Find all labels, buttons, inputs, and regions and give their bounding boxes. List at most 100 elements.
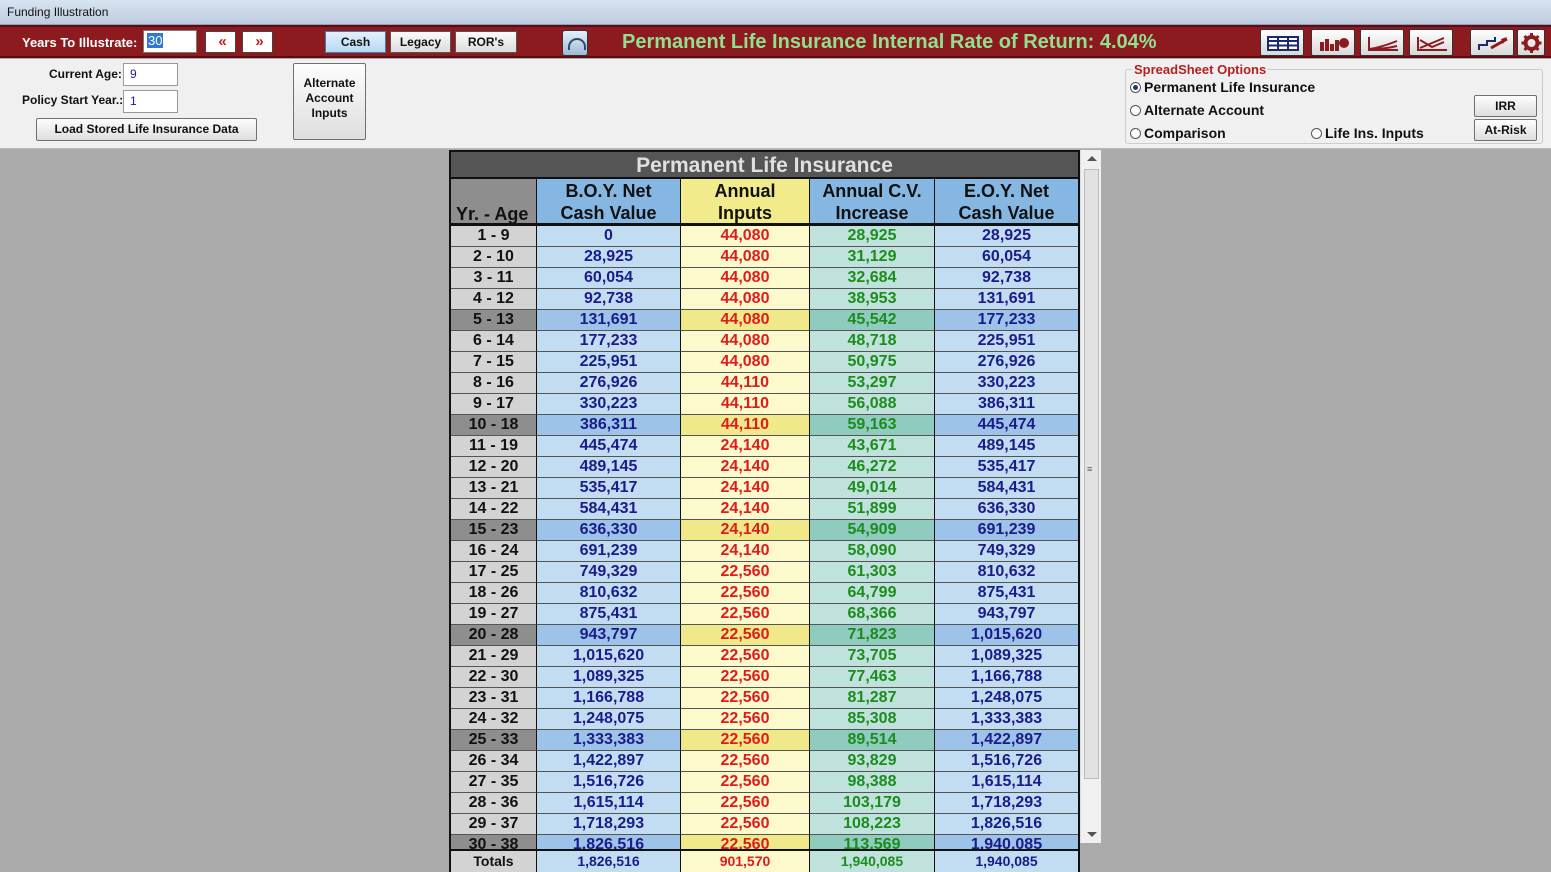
cell-yr-age: 23 - 31 bbox=[451, 688, 537, 709]
table-row: 4 - 12 92,738 44,080 38,953 131,691 bbox=[449, 289, 1080, 310]
cell-annual-inputs: 24,140 bbox=[681, 478, 810, 499]
rors-button[interactable]: ROR's bbox=[455, 31, 517, 53]
cell-annual-inputs: 24,140 bbox=[681, 499, 810, 520]
cell-cv-increase: 32,684 bbox=[810, 268, 935, 289]
cell-eoy-cash-value: 489,145 bbox=[935, 436, 1078, 457]
bar-chart-view-button[interactable] bbox=[1311, 29, 1355, 56]
table-row: 18 - 26 810,632 22,560 64,799 875,431 bbox=[449, 583, 1080, 604]
cell-yr-age: 10 - 18 bbox=[451, 415, 537, 436]
totals-cv-increase: 1,940,085 bbox=[810, 851, 935, 872]
radio-unselected-icon bbox=[1311, 128, 1322, 139]
years-input[interactable]: 30 bbox=[143, 30, 197, 53]
table-row: 27 - 35 1,516,726 22,560 98,388 1,615,114 bbox=[449, 772, 1080, 793]
cell-cv-increase: 45,542 bbox=[810, 310, 935, 331]
cell-boy-cash-value: 60,054 bbox=[537, 268, 681, 289]
current-age-input[interactable]: 9 bbox=[123, 63, 178, 86]
policy-start-input[interactable]: 1 bbox=[123, 90, 178, 113]
cell-annual-inputs: 44,080 bbox=[681, 289, 810, 310]
cell-cv-increase: 81,287 bbox=[810, 688, 935, 709]
cell-boy-cash-value: 535,417 bbox=[537, 478, 681, 499]
table-row: 14 - 22 584,431 24,140 51,899 636,330 bbox=[449, 499, 1080, 520]
cell-eoy-cash-value: 445,474 bbox=[935, 415, 1078, 436]
scroll-down-icon[interactable] bbox=[1087, 832, 1097, 837]
area-chart-icon bbox=[1368, 37, 1398, 51]
cell-eoy-cash-value: 1,826,516 bbox=[935, 814, 1078, 835]
radio-unselected-icon bbox=[1130, 128, 1141, 139]
cell-eoy-cash-value: 749,329 bbox=[935, 541, 1078, 562]
table-row: 19 - 27 875,431 22,560 68,366 943,797 bbox=[449, 604, 1080, 625]
years-increase-button[interactable]: » bbox=[242, 31, 273, 53]
cell-yr-age: 20 - 28 bbox=[451, 625, 537, 646]
table-row: 15 - 23 636,330 24,140 54,909 691,239 bbox=[449, 520, 1080, 541]
cell-eoy-cash-value: 1,615,114 bbox=[935, 772, 1078, 793]
area-chart-view-button[interactable] bbox=[1360, 29, 1404, 56]
cell-annual-inputs: 22,560 bbox=[681, 583, 810, 604]
radio-comparison[interactable]: Comparison bbox=[1130, 125, 1226, 141]
scroll-up-icon[interactable] bbox=[1087, 156, 1097, 161]
spreadsheet-view-button[interactable] bbox=[1260, 29, 1304, 56]
cell-annual-inputs: 24,140 bbox=[681, 541, 810, 562]
cell-cv-increase: 61,303 bbox=[810, 562, 935, 583]
gauge-icon[interactable] bbox=[562, 30, 588, 56]
cell-cv-increase: 103,179 bbox=[810, 793, 935, 814]
bar-chart-icon bbox=[1320, 38, 1349, 51]
cell-boy-cash-value: 810,632 bbox=[537, 583, 681, 604]
irr-button[interactable]: IRR bbox=[1474, 95, 1537, 117]
crossover-chart-view-button[interactable] bbox=[1409, 29, 1453, 56]
cell-eoy-cash-value: 535,417 bbox=[935, 457, 1078, 478]
at-risk-button[interactable]: At-Risk bbox=[1474, 119, 1537, 141]
alternate-account-inputs-button[interactable]: Alternate Account Inputs bbox=[293, 63, 366, 140]
load-stored-data-button[interactable]: Load Stored Life Insurance Data bbox=[36, 118, 257, 141]
cell-boy-cash-value: 1,826,516 bbox=[537, 835, 681, 850]
vertical-scrollbar[interactable]: ≡ bbox=[1080, 150, 1101, 843]
col-header-yr-age: Yr. - Age bbox=[451, 179, 537, 224]
cell-boy-cash-value: 749,329 bbox=[537, 562, 681, 583]
radio-permanent-life[interactable]: Permanent Life Insurance bbox=[1130, 79, 1315, 95]
col-header-inputs: Annual Inputs bbox=[681, 179, 810, 223]
totals-boy: 1,826,516 bbox=[537, 851, 681, 872]
totals-inputs: 901,570 bbox=[681, 851, 810, 872]
cell-yr-age: 7 - 15 bbox=[451, 352, 537, 373]
scroll-thumb[interactable] bbox=[1084, 169, 1099, 779]
settings-button[interactable] bbox=[1517, 29, 1545, 56]
cash-button[interactable]: Cash bbox=[325, 31, 386, 53]
cell-cv-increase: 48,718 bbox=[810, 331, 935, 352]
cell-eoy-cash-value: 1,166,788 bbox=[935, 667, 1078, 688]
col-header-cv-increase: Annual C.V. Increase bbox=[810, 179, 935, 223]
cell-boy-cash-value: 28,925 bbox=[537, 247, 681, 268]
table-row: 2 - 10 28,925 44,080 31,129 60,054 bbox=[449, 247, 1080, 268]
spreadsheet: Permanent Life Insurance Yr. - Age B.O.Y… bbox=[449, 150, 1080, 850]
crossover-chart-icon bbox=[1417, 37, 1447, 51]
table-row: 29 - 37 1,718,293 22,560 108,223 1,826,516 bbox=[449, 814, 1080, 835]
spreadsheet-body: 1 - 9 0 44,080 28,925 28,925 2 - 10 28,925 44,0… bbox=[449, 226, 1080, 850]
cell-yr-age: 16 - 24 bbox=[451, 541, 537, 562]
cell-annual-inputs: 22,560 bbox=[681, 562, 810, 583]
cell-annual-inputs: 44,110 bbox=[681, 415, 810, 436]
steps-button[interactable] bbox=[1470, 29, 1514, 56]
cell-yr-age: 11 - 19 bbox=[451, 436, 537, 457]
cell-yr-age: 13 - 21 bbox=[451, 478, 537, 499]
cell-boy-cash-value: 1,718,293 bbox=[537, 814, 681, 835]
cell-cv-increase: 56,088 bbox=[810, 394, 935, 415]
totals-label: Totals bbox=[451, 851, 537, 872]
cell-boy-cash-value: 1,089,325 bbox=[537, 667, 681, 688]
cell-eoy-cash-value: 1,422,897 bbox=[935, 730, 1078, 751]
table-row: 28 - 36 1,615,114 22,560 103,179 1,718,293 bbox=[449, 793, 1080, 814]
cell-eoy-cash-value: 1,015,620 bbox=[935, 625, 1078, 646]
radio-alternate-account[interactable]: Alternate Account bbox=[1130, 102, 1264, 118]
table-row: 11 - 19 445,474 24,140 43,671 489,145 bbox=[449, 436, 1080, 457]
cell-annual-inputs: 22,560 bbox=[681, 625, 810, 646]
table-row: 21 - 29 1,015,620 22,560 73,705 1,089,325 bbox=[449, 646, 1080, 667]
cell-boy-cash-value: 225,951 bbox=[537, 352, 681, 373]
legacy-button[interactable]: Legacy bbox=[390, 31, 451, 53]
cell-eoy-cash-value: 1,248,075 bbox=[935, 688, 1078, 709]
cell-cv-increase: 108,223 bbox=[810, 814, 935, 835]
cell-boy-cash-value: 131,691 bbox=[537, 310, 681, 331]
table-row: 22 - 30 1,089,325 22,560 77,463 1,166,788 bbox=[449, 667, 1080, 688]
years-decrease-button[interactable]: « bbox=[205, 31, 236, 53]
cell-annual-inputs: 22,560 bbox=[681, 646, 810, 667]
cell-annual-inputs: 22,560 bbox=[681, 751, 810, 772]
radio-life-ins-inputs[interactable]: Life Ins. Inputs bbox=[1311, 125, 1424, 141]
cell-annual-inputs: 44,110 bbox=[681, 394, 810, 415]
spreadsheet-title: Permanent Life Insurance bbox=[449, 150, 1080, 179]
